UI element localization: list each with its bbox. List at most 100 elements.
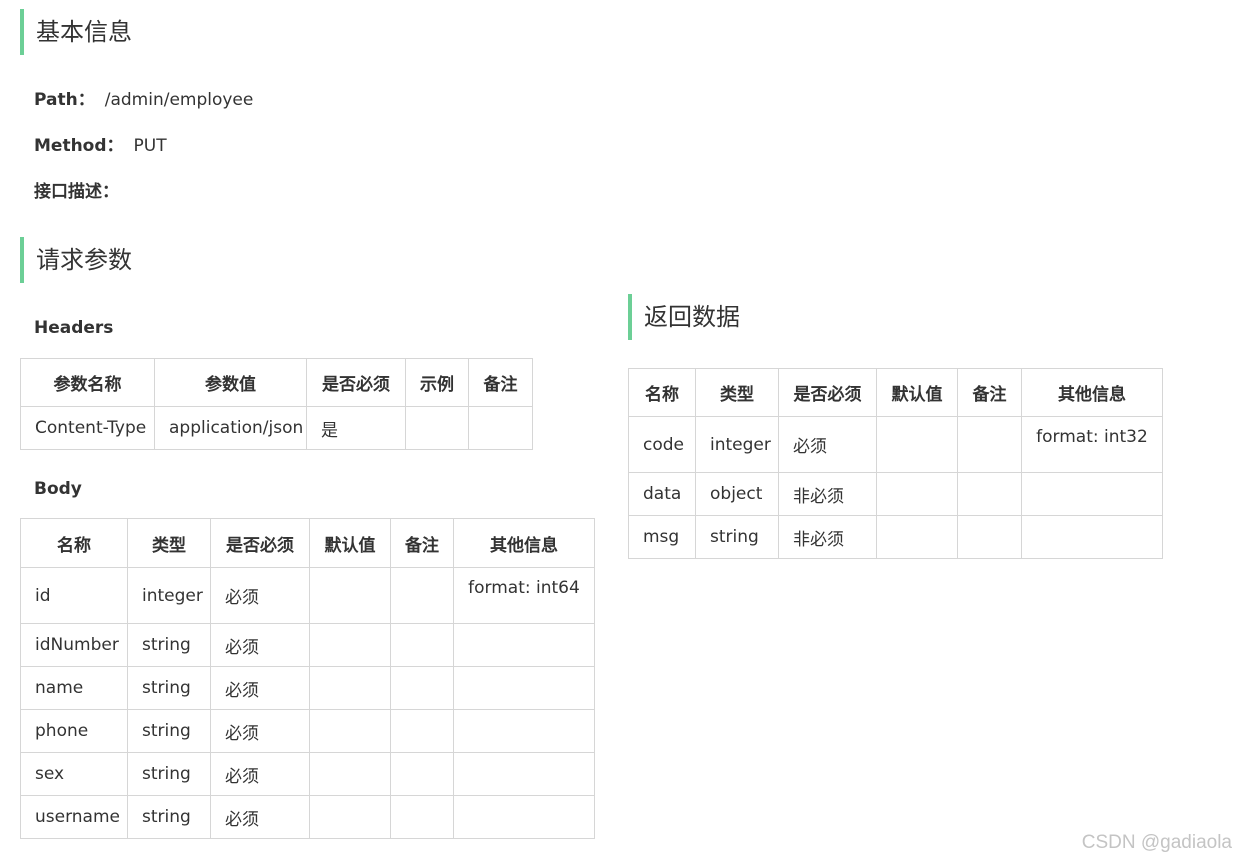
response-col-header: 默认值 xyxy=(876,368,958,417)
request-params-title: 请求参数 xyxy=(20,237,132,283)
response-table: 名称 类型 是否必须 默认值 备注 其他信息 code integer 必须 format: i… xyxy=(628,368,1163,559)
response-col-header: 备注 xyxy=(957,368,1022,417)
body-cell: string xyxy=(127,666,211,710)
response-cell: 必须 xyxy=(778,416,877,473)
body-row: id integer 必须 format: int64 xyxy=(20,567,595,624)
body-row: username string 必须 xyxy=(20,795,595,839)
body-cell: 必须 xyxy=(210,795,310,839)
method-label: Method： xyxy=(34,136,124,156)
body-cell xyxy=(390,623,454,667)
response-cell: 非必须 xyxy=(778,515,877,559)
body-cell: format: int64 xyxy=(453,567,595,624)
body-cell: string xyxy=(127,709,211,753)
path-row: Path： /admin/employee xyxy=(34,88,253,112)
body-cell: 必须 xyxy=(210,752,310,796)
body-row: idNumber string 必须 xyxy=(20,623,595,667)
response-cell: 非必须 xyxy=(778,472,877,516)
response-cell: format: int32 xyxy=(1021,416,1163,473)
headers-table: 参数名称 参数值 是否必须 示例 备注 Content-Type application/… xyxy=(20,358,533,450)
response-data-title: 返回数据 xyxy=(628,294,740,340)
body-cell xyxy=(309,623,391,667)
response-col-header: 是否必须 xyxy=(778,368,877,417)
body-cell xyxy=(453,709,595,753)
response-cell: code xyxy=(628,416,696,473)
body-cell xyxy=(390,752,454,796)
body-col-header: 备注 xyxy=(390,518,454,568)
body-row: sex string 必须 xyxy=(20,752,595,796)
body-table-header: 名称 类型 是否必须 默认值 备注 其他信息 xyxy=(20,518,595,568)
headers-cell xyxy=(405,406,469,450)
headers-cell xyxy=(468,406,533,450)
response-cell: string xyxy=(695,515,779,559)
body-cell xyxy=(453,752,595,796)
method-row: Method： PUT xyxy=(34,134,167,158)
headers-col-header: 示例 xyxy=(405,358,469,407)
body-col-header: 类型 xyxy=(127,518,211,568)
response-cell xyxy=(957,472,1022,516)
body-row: name string 必须 xyxy=(20,666,595,710)
response-cell xyxy=(876,416,958,473)
body-cell: name xyxy=(20,666,128,710)
headers-col-header: 备注 xyxy=(468,358,533,407)
headers-col-header: 是否必须 xyxy=(306,358,406,407)
response-cell: msg xyxy=(628,515,696,559)
response-cell: object xyxy=(695,472,779,516)
body-cell: integer xyxy=(127,567,211,624)
body-title: Body xyxy=(34,479,82,499)
body-cell: 必须 xyxy=(210,567,310,624)
body-cell: username xyxy=(20,795,128,839)
description-label: 接口描述： xyxy=(34,182,119,202)
body-cell: idNumber xyxy=(20,623,128,667)
body-col-header: 是否必须 xyxy=(210,518,310,568)
body-cell xyxy=(309,709,391,753)
path-value: /admin/employee xyxy=(104,90,254,110)
body-cell xyxy=(453,795,595,839)
body-cell xyxy=(309,752,391,796)
response-cell: data xyxy=(628,472,696,516)
response-col-header: 类型 xyxy=(695,368,779,417)
body-cell: 必须 xyxy=(210,709,310,753)
response-row: data object 非必须 xyxy=(628,472,1163,516)
body-cell xyxy=(309,567,391,624)
response-table-header: 名称 类型 是否必须 默认值 备注 其他信息 xyxy=(628,368,1163,417)
body-cell: 必须 xyxy=(210,623,310,667)
response-cell xyxy=(1021,472,1163,516)
body-cell xyxy=(390,795,454,839)
basic-info-title: 基本信息 xyxy=(20,9,132,55)
body-cell xyxy=(309,795,391,839)
response-col-header: 名称 xyxy=(628,368,696,417)
headers-cell: application/json xyxy=(154,406,307,450)
description-row: 接口描述： xyxy=(34,180,119,204)
watermark: CSDN @gadiaola xyxy=(1081,832,1232,853)
body-cell: id xyxy=(20,567,128,624)
body-cell xyxy=(453,623,595,667)
body-cell: sex xyxy=(20,752,128,796)
body-cell xyxy=(309,666,391,710)
body-table: 名称 类型 是否必须 默认值 备注 其他信息 id integer 必须 format: int… xyxy=(20,518,595,839)
body-cell xyxy=(390,567,454,624)
body-cell: string xyxy=(127,752,211,796)
response-row: msg string 非必须 xyxy=(628,515,1163,559)
headers-col-header: 参数名称 xyxy=(20,358,155,407)
response-cell xyxy=(876,515,958,559)
headers-title: Headers xyxy=(34,318,114,338)
response-cell xyxy=(876,472,958,516)
body-col-header: 名称 xyxy=(20,518,128,568)
body-cell: 必须 xyxy=(210,666,310,710)
body-cell xyxy=(453,666,595,710)
headers-table-header: 参数名称 参数值 是否必须 示例 备注 xyxy=(20,358,533,407)
body-col-header: 默认值 xyxy=(309,518,391,568)
headers-cell: 是 xyxy=(306,406,406,450)
body-cell xyxy=(390,666,454,710)
body-cell: phone xyxy=(20,709,128,753)
body-col-header: 其他信息 xyxy=(453,518,595,568)
response-col-header: 其他信息 xyxy=(1021,368,1163,417)
method-value: PUT xyxy=(133,136,167,156)
response-cell: integer xyxy=(695,416,779,473)
headers-col-header: 参数值 xyxy=(154,358,307,407)
body-cell: string xyxy=(127,795,211,839)
response-cell xyxy=(957,515,1022,559)
body-row: phone string 必须 xyxy=(20,709,595,753)
response-cell xyxy=(1021,515,1163,559)
response-cell xyxy=(957,416,1022,473)
